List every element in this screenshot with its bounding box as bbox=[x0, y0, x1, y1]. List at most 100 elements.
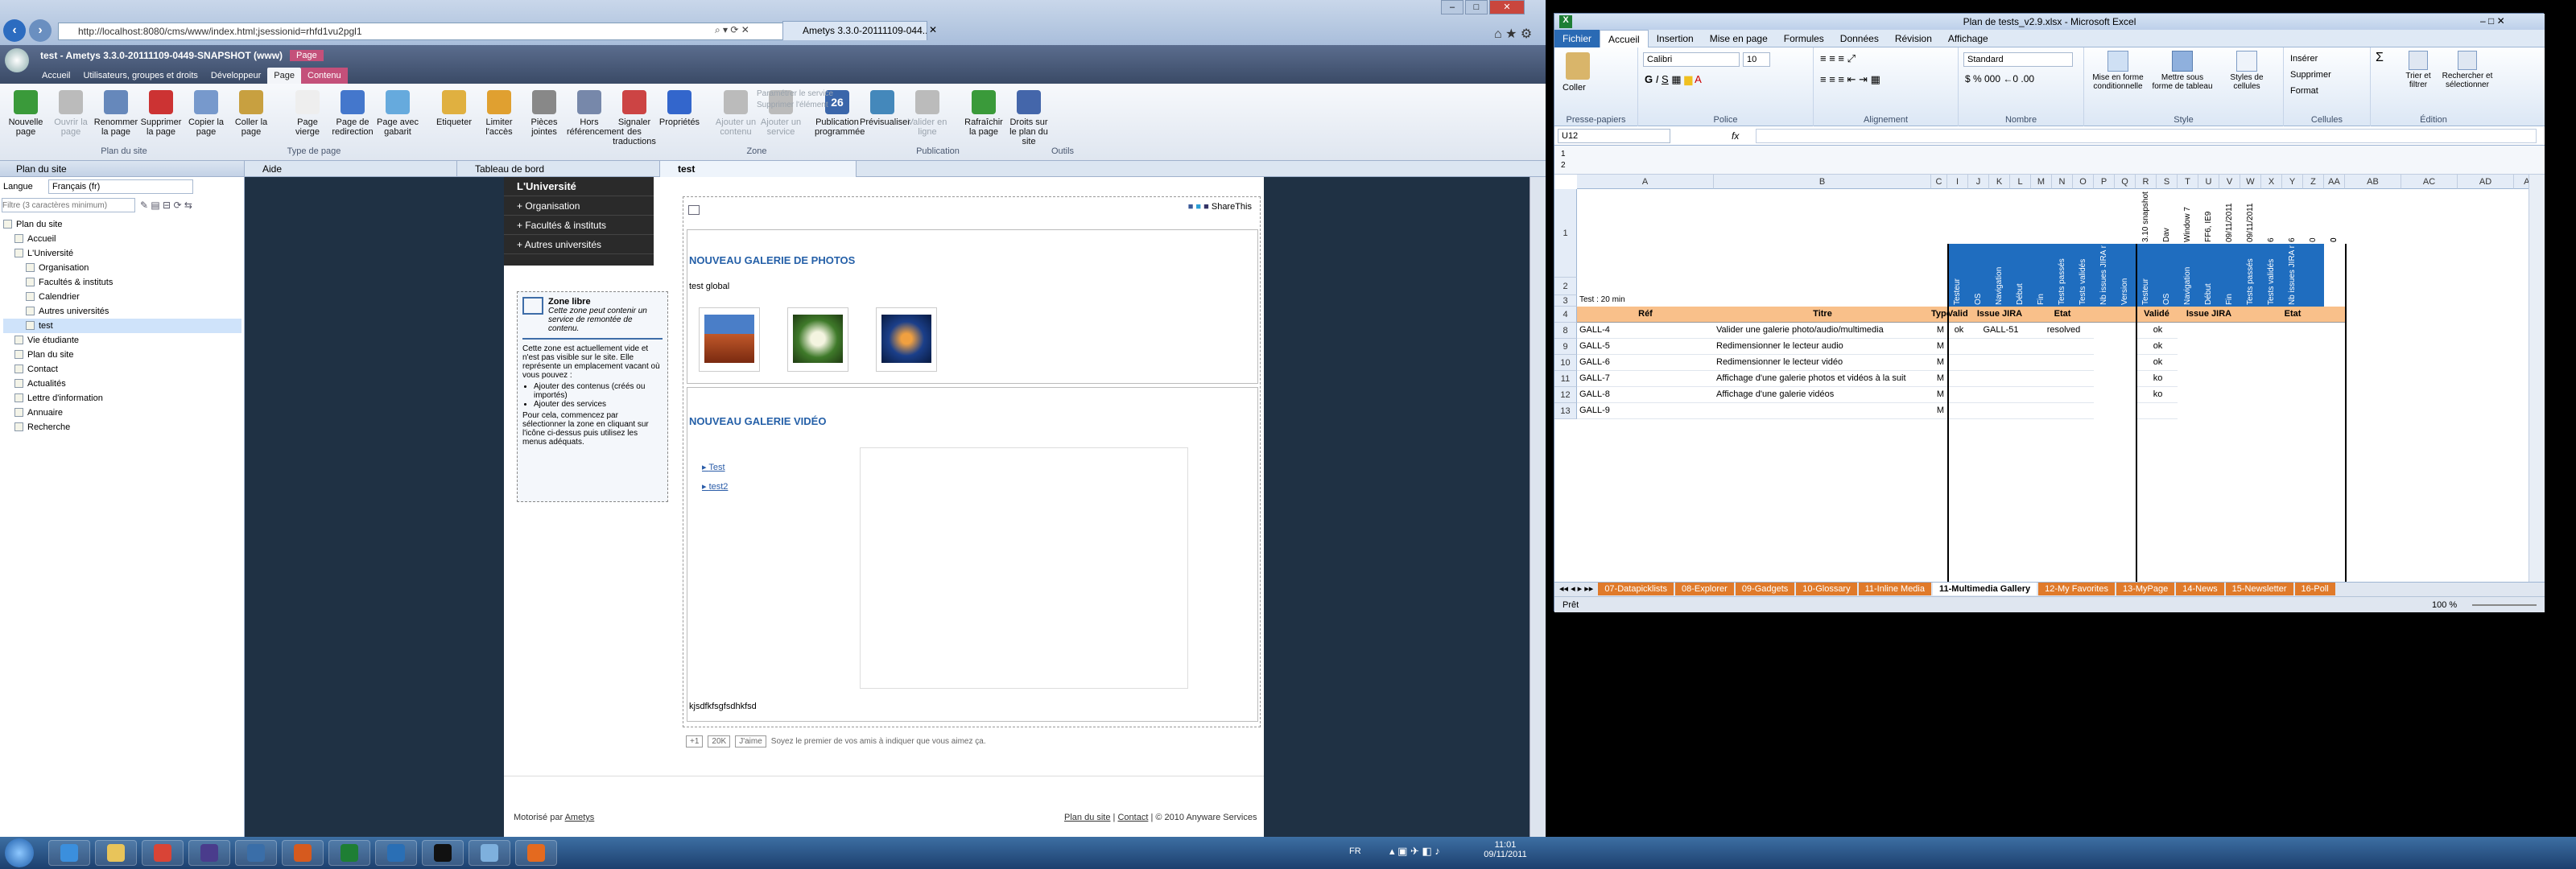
sum-icon[interactable]: Σ bbox=[2376, 51, 2384, 65]
column-header-AC[interactable]: AC bbox=[2401, 175, 2458, 189]
tree-item-accueil[interactable]: Accueil bbox=[3, 232, 242, 246]
etiqueter-button[interactable]: Etiqueter bbox=[431, 87, 477, 148]
ajouter-un-contenu-button[interactable]: Ajouter un contenu bbox=[713, 87, 758, 148]
clock[interactable]: 11:01 09/11/2011 bbox=[1481, 840, 1530, 859]
cell-type[interactable]: M bbox=[1931, 355, 1947, 371]
column-header-U[interactable]: U bbox=[2198, 175, 2219, 189]
name-box[interactable]: U12 bbox=[1558, 129, 1670, 143]
video-link-test2[interactable]: ▸ test2 bbox=[702, 481, 728, 492]
doc-tab-dashboard[interactable]: Tableau de bord bbox=[457, 161, 660, 177]
cell-valide[interactable]: ok bbox=[1947, 323, 1968, 339]
browser-tab-2[interactable]: Ametys 3.3.0-20111109-044... bbox=[782, 21, 927, 40]
tree-item-organisation[interactable]: Organisation bbox=[3, 261, 242, 275]
cell-issue[interactable] bbox=[1968, 355, 2031, 371]
conditional-format-button[interactable]: Mise en forme conditionnelle bbox=[2087, 51, 2149, 91]
nouvelle-page-button[interactable]: Nouvelle page bbox=[3, 87, 48, 148]
excel-tab-formules[interactable]: Formules bbox=[1776, 30, 1832, 47]
format-button[interactable]: Format bbox=[2290, 83, 2331, 99]
tree-item-calendrier[interactable]: Calendrier bbox=[3, 290, 242, 304]
cell-titre[interactable]: Redimensionner le lecteur vidéo bbox=[1714, 355, 1931, 371]
cell-issue[interactable] bbox=[1968, 371, 2031, 387]
row-header-9[interactable]: 9 bbox=[1554, 339, 1577, 355]
side-menu-item-autres[interactable]: + Autres universités bbox=[504, 235, 654, 254]
page-avec-gabarit-button[interactable]: Page avec gabarit bbox=[375, 87, 420, 148]
column-header-S[interactable]: S bbox=[2157, 175, 2178, 189]
column-header-X[interactable]: X bbox=[2261, 175, 2282, 189]
vertical-scrollbar[interactable] bbox=[2529, 175, 2545, 582]
pieces-jointes-button[interactable]: Pièces jointes bbox=[522, 87, 567, 148]
excel-tab-revision[interactable]: Révision bbox=[1887, 30, 1940, 47]
video-player[interactable] bbox=[860, 447, 1188, 689]
language-indicator[interactable]: FR bbox=[1349, 846, 1361, 856]
taskbar-thunderbird-button[interactable] bbox=[235, 840, 277, 866]
cell-styles-button[interactable]: Styles de cellules bbox=[2216, 51, 2277, 91]
excel-tab-insertion[interactable]: Insertion bbox=[1649, 30, 1702, 47]
tab-users[interactable]: Utilisateurs, groupes et droits bbox=[76, 68, 204, 84]
cell-issue[interactable] bbox=[1968, 403, 2031, 419]
photo-thumb-jellyfish[interactable] bbox=[876, 307, 937, 372]
tree-item-annuaire[interactable]: Annuaire bbox=[3, 406, 242, 420]
signaler-des-traductions-button[interactable]: Signaler des traductions bbox=[612, 87, 657, 148]
column-header-AE[interactable]: AE bbox=[2514, 175, 2529, 189]
zoom-level[interactable]: 100 % bbox=[2432, 597, 2457, 613]
maximize-icon[interactable]: □ bbox=[1465, 0, 1488, 14]
sheet-tab-08-explorer[interactable]: 08-Explorer bbox=[1674, 583, 1734, 595]
zoom-slider[interactable] bbox=[2472, 604, 2537, 606]
number-format-icons[interactable]: $ % 000 ←0 .00 bbox=[1965, 73, 2034, 84]
cell-issue[interactable] bbox=[1968, 387, 2031, 403]
taskbar-explorer-button[interactable] bbox=[95, 840, 137, 866]
row-header-12[interactable]: 12 bbox=[1554, 387, 1577, 403]
address-actions-icon[interactable]: ⌕ ▾ ⟳ ✕ bbox=[715, 24, 749, 36]
taskbar-notepad-button[interactable] bbox=[469, 840, 510, 866]
side-menu-item-facultes[interactable]: + Facultés & instituts bbox=[504, 216, 654, 235]
preview-scrollbar[interactable] bbox=[1530, 177, 1546, 837]
column-header-T[interactable]: T bbox=[2178, 175, 2198, 189]
paste-button[interactable]: Coller bbox=[1563, 83, 1586, 93]
filter-input[interactable] bbox=[2, 198, 135, 212]
start-button[interactable] bbox=[5, 838, 34, 867]
size-select[interactable]: 10 bbox=[1743, 52, 1770, 67]
sheet-tab-11-multimedia-gallery[interactable]: 11-Multimedia Gallery bbox=[1933, 583, 2037, 595]
column-header-Y[interactable]: Y bbox=[2282, 175, 2303, 189]
cell-valide[interactable] bbox=[1947, 371, 1968, 387]
zone-icon[interactable] bbox=[522, 297, 543, 315]
footer-link-contact[interactable]: Contact bbox=[1117, 813, 1148, 822]
tree-item-plan-du-site[interactable]: Plan du site bbox=[3, 217, 242, 232]
sheet-tab-12-my-favorites[interactable]: 12-My Favorites bbox=[2038, 583, 2115, 595]
sheet-nav-icon[interactable]: ◂◂ ◂ ▸ ▸▸ bbox=[1554, 584, 1598, 594]
column-header-K[interactable]: K bbox=[1989, 175, 2010, 189]
column-header-AA[interactable]: AA bbox=[2324, 175, 2345, 189]
share-bar[interactable]: ■ ■ ■ ShareThis bbox=[1188, 202, 1252, 212]
cell-titre[interactable]: Redimensionner le lecteur audio bbox=[1714, 339, 1931, 355]
font-select[interactable]: Calibri bbox=[1643, 52, 1740, 67]
close-icon[interactable]: ✕ bbox=[1489, 0, 1525, 14]
column-header-J[interactable]: J bbox=[1968, 175, 1989, 189]
row-header-3[interactable]: 3 bbox=[1554, 295, 1577, 307]
tree-item-lettre-d-information[interactable]: Lettre d'information bbox=[3, 391, 242, 406]
tree-item-vie-etudiante[interactable]: Vie étudiante bbox=[3, 333, 242, 348]
forward-icon[interactable]: › bbox=[29, 19, 52, 42]
sheet-tab-11-inline-media[interactable]: 11-Inline Media bbox=[1858, 583, 1931, 595]
tree-item-plan-du-site[interactable]: Plan du site bbox=[3, 348, 242, 362]
taskbar-excel-button[interactable] bbox=[328, 840, 370, 866]
cells-buttons[interactable]: Insérer Supprimer Format bbox=[2290, 51, 2331, 99]
excel-tab-accueil[interactable]: Accueil bbox=[1600, 30, 1649, 47]
sheet-tab-13-mypage[interactable]: 13-MyPage bbox=[2116, 583, 2175, 595]
cell-titre[interactable] bbox=[1714, 403, 1931, 419]
taskbar-eclipse-button[interactable] bbox=[188, 840, 230, 866]
page-vierge-button[interactable]: Page vierge bbox=[285, 87, 330, 148]
taskbar-chrome-button[interactable] bbox=[142, 840, 184, 866]
column-header-L[interactable]: L bbox=[2010, 175, 2031, 189]
spreadsheet-grid[interactable]: ABCIJKLMNOPQRSTUVWXYZAAABACADAE123489101… bbox=[1554, 175, 2529, 582]
content-handle-icon[interactable] bbox=[688, 205, 700, 215]
side-menu-item-organisation[interactable]: + Organisation bbox=[504, 196, 654, 216]
cell-valide2[interactable] bbox=[2136, 403, 2178, 419]
cell-etat[interactable]: resolved bbox=[2031, 323, 2094, 339]
taskbar-firefox-button[interactable] bbox=[515, 840, 557, 866]
tab-page[interactable]: Page bbox=[267, 68, 301, 84]
filter-tools-icons[interactable]: ✎ ▤ ⊟ ⟳ ⇆ bbox=[140, 200, 192, 211]
number-format-select[interactable]: Standard bbox=[1963, 52, 2073, 67]
plus-one-button[interactable]: +1 bbox=[686, 735, 704, 748]
column-header-C[interactable]: C bbox=[1931, 175, 1947, 189]
cell-type[interactable]: M bbox=[1931, 387, 1947, 403]
